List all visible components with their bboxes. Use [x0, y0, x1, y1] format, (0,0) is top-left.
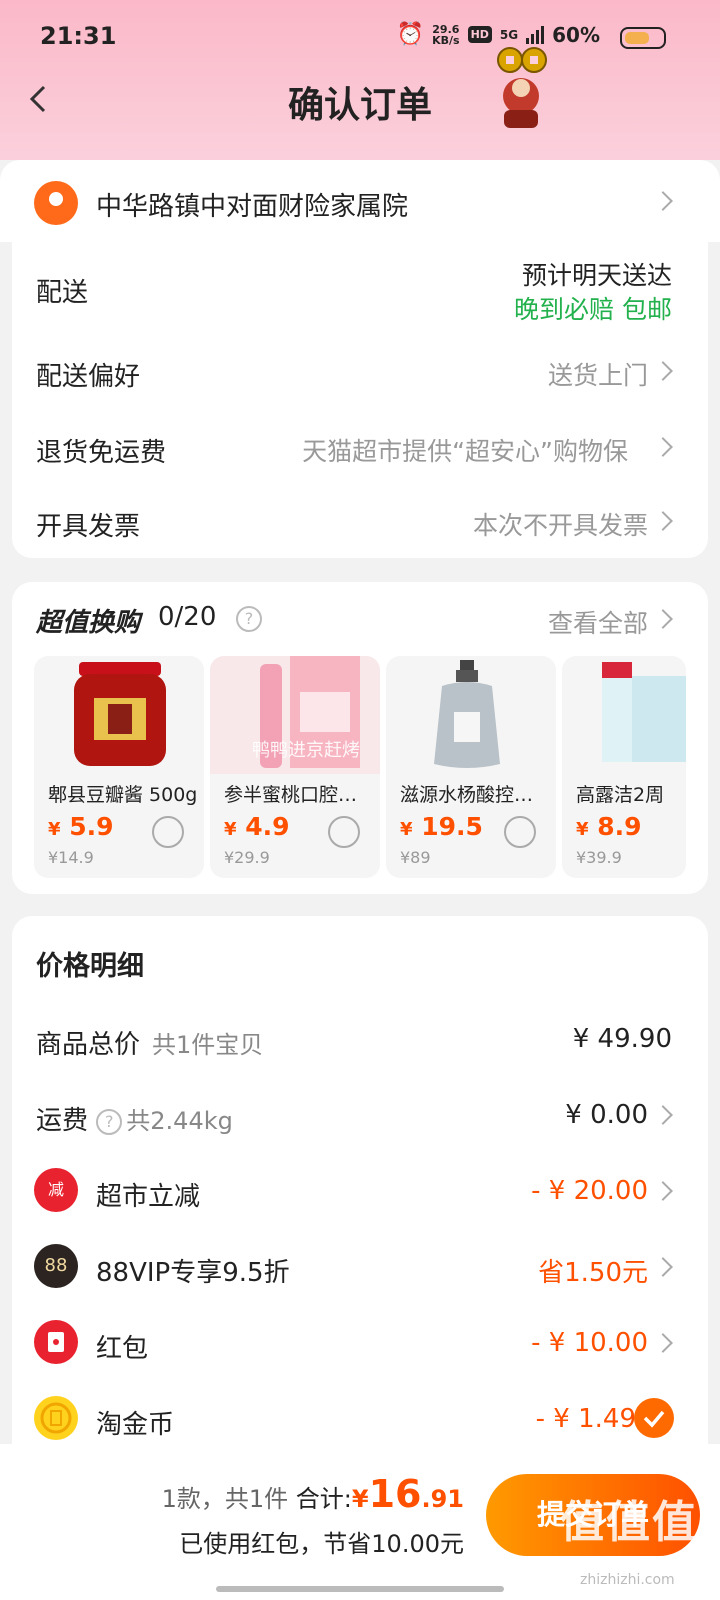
product-price: ¥ 19.5: [400, 812, 483, 841]
order-total: 1款，共1件 合计:¥16.91: [161, 1472, 464, 1516]
help-icon[interactable]: ?: [236, 606, 262, 632]
site-watermark-url: zhizhizhi.com: [580, 1572, 675, 1588]
product-name: 郫县豆瓣酱 500g: [48, 784, 198, 806]
exchange-title: 超值换购: [36, 608, 141, 638]
delivery-guarantee: 晚到必赔 包邮: [514, 295, 672, 324]
savings-note: 已使用红包，节省10.00元: [179, 1530, 464, 1558]
product-name: 参半蜜桃口腔喷雾: [224, 784, 374, 806]
product-price: ¥ 4.9: [224, 812, 290, 841]
site-watermark: 值值值: [560, 1497, 698, 1548]
product-original-price: ¥29.9: [224, 848, 270, 867]
status-time: 21:31: [40, 22, 117, 50]
product-name: 高露洁2周: [576, 784, 665, 806]
view-all-link[interactable]: 查看全部: [548, 604, 648, 640]
product-card[interactable]: 鸭鸭进京赶烤 参半蜜桃口腔喷雾 ¥ 4.9 ¥29.9: [210, 656, 380, 878]
select-radio[interactable]: [328, 816, 360, 848]
vip-discount-value: 省1.50元: [538, 1258, 648, 1288]
page-title: 确认订单: [287, 85, 432, 126]
market-discount-value: - ¥ 20.00: [531, 1176, 648, 1206]
invoice-label: 开具发票: [36, 512, 141, 542]
alarm-icon: ⏰: [396, 22, 425, 47]
product-price: ¥ 5.9: [48, 812, 114, 841]
signal-icon: [526, 25, 545, 44]
product-original-price: ¥89: [400, 848, 431, 867]
product-watermark: 鸭鸭进京赶烤: [252, 740, 360, 761]
product-card[interactable]: 高露洁2周 ¥ 8.9 ¥39.9: [562, 656, 686, 878]
return-label: 退货免运费: [36, 438, 167, 468]
goods-total-label: 商品总价 共1件宝贝: [36, 1030, 264, 1060]
shipping-value: ¥ 0.00: [565, 1100, 648, 1130]
product-card[interactable]: 郫县豆瓣酱 500g ¥ 5.9 ¥14.9: [34, 656, 204, 878]
market-discount-label: 超市立减: [96, 1182, 201, 1212]
battery-icon: [620, 27, 666, 49]
market-discount-icon: 减: [34, 1168, 78, 1212]
price-detail-title: 价格明细: [36, 951, 144, 982]
shipping-label: 运费 ? 共2.44kg: [36, 1106, 233, 1136]
network-type: 5G: [499, 27, 519, 42]
coin-value: - ¥ 1.49: [535, 1404, 636, 1434]
home-indicator[interactable]: [216, 1586, 504, 1592]
select-radio[interactable]: [504, 816, 536, 848]
taojinbi-coin-icon: [34, 1396, 78, 1440]
product-price: ¥ 8.9: [576, 812, 642, 841]
vip-88-icon: 88: [34, 1244, 78, 1288]
delivery-label: 配送: [36, 278, 89, 308]
network-speed: 29.6 KB/s: [432, 22, 460, 47]
select-radio[interactable]: [152, 816, 184, 848]
delivery-pref-label: 配送偏好: [36, 362, 141, 392]
delivery-eta: 预计明天送达: [521, 261, 672, 290]
battery-percent: 60%: [552, 22, 600, 47]
hd-icon: HD: [467, 26, 492, 43]
invoice-value[interactable]: 本次不开具发票: [473, 506, 648, 542]
vip-discount-label: 88VIP专享9.5折: [96, 1258, 290, 1288]
red-packet-label: 红包: [96, 1334, 149, 1364]
status-bar: 21:31 ⏰ 29.6 KB/s HD 5G 60%: [0, 0, 720, 72]
mascot-decoration-icon: [497, 47, 547, 128]
product-original-price: ¥14.9: [48, 848, 94, 867]
goods-total-value: ¥ 49.90: [572, 1024, 672, 1054]
help-icon[interactable]: ?: [96, 1108, 123, 1135]
status-icons: ⏰ 29.6 KB/s HD 5G 60%: [397, 22, 600, 47]
product-image: [602, 662, 686, 762]
product-image: [74, 662, 166, 766]
product-card[interactable]: 滋源水杨酸控油洗发水 ¥ 19.5 ¥89: [386, 656, 556, 878]
coin-label: 淘金币: [96, 1410, 175, 1440]
return-value[interactable]: 天猫超市提供“超安心”购物保: [302, 432, 628, 468]
address-text: 中华路镇中对面财险家属院: [96, 192, 409, 222]
location-pin-icon: [34, 181, 78, 225]
product-image: [434, 660, 500, 768]
checkmark-icon[interactable]: [634, 1398, 674, 1438]
product-original-price: ¥39.9: [576, 848, 622, 867]
exchange-count: 0/20: [158, 602, 217, 632]
delivery-pref-value[interactable]: 送货上门: [548, 356, 648, 392]
red-packet-value: - ¥ 10.00: [531, 1328, 648, 1358]
red-packet-icon: [34, 1320, 78, 1364]
product-name: 滋源水杨酸控油洗发水: [400, 784, 550, 806]
